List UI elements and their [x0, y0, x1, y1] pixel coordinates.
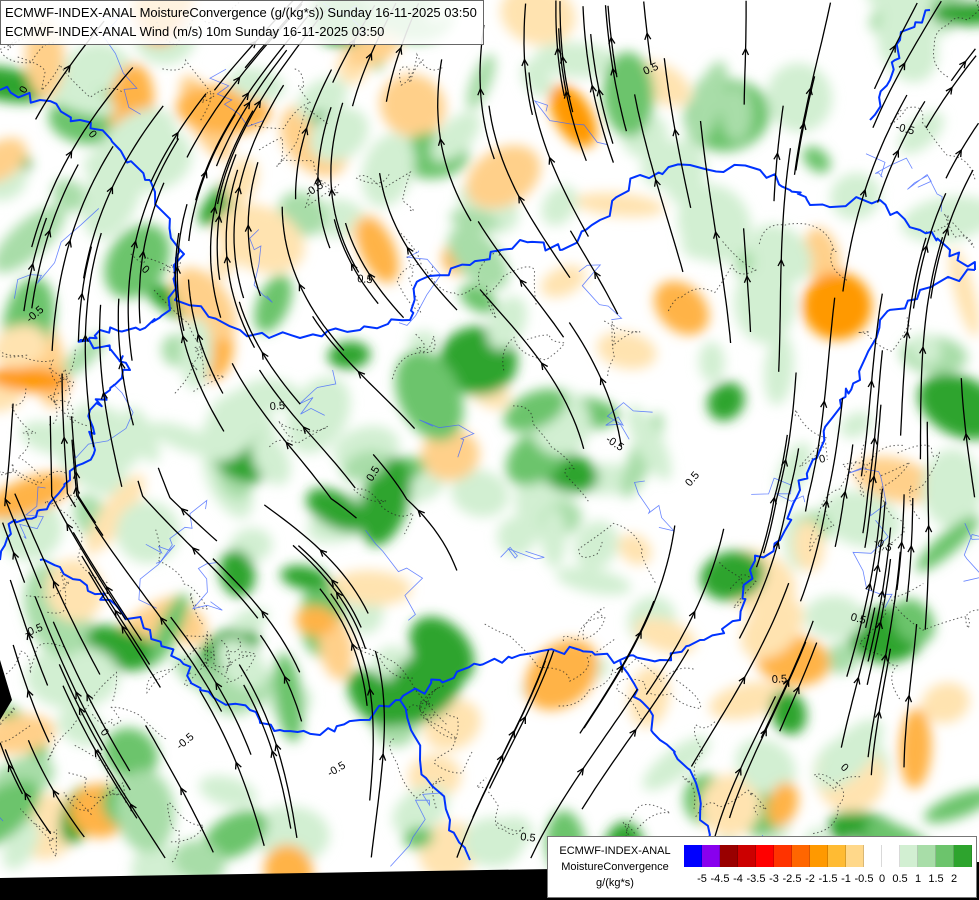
legend-tick-label: -4.5 — [710, 873, 730, 885]
legend-swatches — [684, 845, 972, 867]
contour-value-label: 0.5 — [269, 400, 285, 413]
legend-swatch — [756, 845, 774, 867]
map-canvas: 00.5-0.50-0.50.50-0.50.5-0.50.50-0.50.5-… — [0, 0, 979, 900]
legend-swatch — [828, 845, 846, 867]
legend-swatch — [738, 845, 756, 867]
legend-label: ECMWF-INDEX-ANAL MoistureConvergence g/(… — [550, 843, 680, 891]
legend-tick-label: -3.5 — [746, 873, 766, 885]
legend-tick-label: 1 — [914, 873, 922, 885]
legend-tick-label: 1.5 — [928, 873, 944, 885]
legend-label-parameter: MoistureConvergence — [561, 861, 669, 873]
legend-swatch — [774, 845, 792, 867]
legend-swatch — [864, 845, 882, 867]
legend-swatch — [882, 845, 900, 867]
legend-swatch — [900, 845, 918, 867]
legend-tick-label: -0.5 — [854, 873, 874, 885]
legend-tick-label: 2 — [950, 873, 958, 885]
legend-tick-label: -2 — [805, 873, 815, 885]
legend-tick-label: -5 — [697, 873, 707, 885]
contour-value-label: 0.5 — [520, 831, 536, 845]
title-wind: ECMWF-INDEX-ANAL Wind (m/s) 10m Sunday 1… — [5, 24, 385, 39]
legend-tick-label: -3 — [769, 873, 779, 885]
legend-swatch — [954, 845, 972, 867]
legend-swatch — [810, 845, 828, 867]
contour-value-label: 0.5 — [772, 673, 788, 686]
legend-swatch — [702, 845, 720, 867]
legend-swatch — [684, 845, 702, 867]
legend-tick-label: -4 — [733, 873, 743, 885]
legend-label-unit: g/(kg*s) — [596, 877, 634, 889]
legend-tick-label: 0.5 — [892, 873, 908, 885]
contour-value-label: 0.5 — [357, 273, 373, 286]
legend-label-model: ECMWF-INDEX-ANAL — [559, 845, 671, 857]
color-legend: ECMWF-INDEX-ANAL MoistureConvergence g/(… — [547, 836, 977, 898]
legend-swatch — [792, 845, 810, 867]
legend-tick-label: -2.5 — [782, 873, 802, 885]
title-moisture-convergence: ECMWF-INDEX-ANAL MoistureConvergence (g/… — [5, 5, 477, 20]
legend-swatch — [936, 845, 954, 867]
legend-ticks: -5 -4.5 -4 -3.5 -3 -2.5 -2 -1.5 -1 -0.5 0 0.5 1 1.5 2 — [684, 873, 974, 889]
legend-tick-label: 0 — [878, 873, 886, 885]
legend-swatch — [918, 845, 936, 867]
legend-tick-label: -1.5 — [818, 873, 838, 885]
legend-swatch — [846, 845, 864, 867]
legend-swatch — [720, 845, 738, 867]
map-title-box: ECMWF-INDEX-ANAL MoistureConvergence (g/… — [0, 0, 484, 45]
weather-map: 0 0.5 -0.5 0 -0.5 0.5 0 -0.5 0.5 -0.5 0.5 0 -0.5 0.5-… — [0, 0, 979, 900]
legend-tick-label: -1 — [841, 873, 851, 885]
